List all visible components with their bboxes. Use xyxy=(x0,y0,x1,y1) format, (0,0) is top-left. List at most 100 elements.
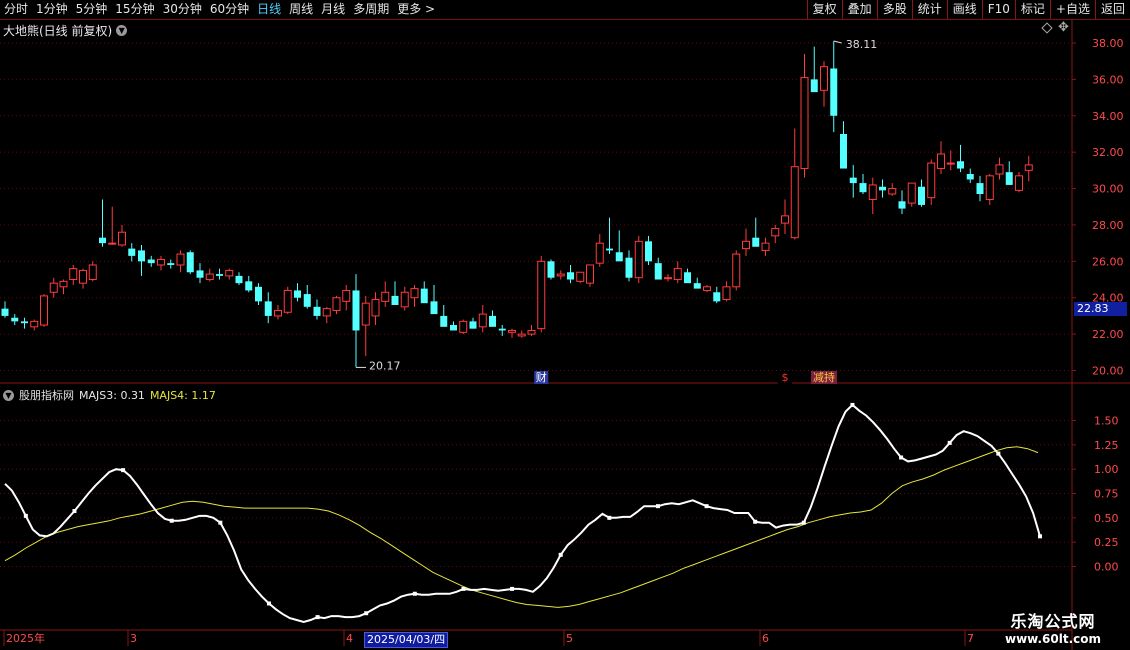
candle-body xyxy=(849,177,857,184)
majs3-point xyxy=(364,611,369,616)
candle-body xyxy=(918,186,925,205)
tool-button[interactable]: 统计 xyxy=(911,0,947,19)
chevron-down-icon[interactable]: ▼ xyxy=(3,389,14,401)
candle-body xyxy=(21,321,28,324)
candle-body xyxy=(927,162,936,199)
indicator-tick-label: 1.50 xyxy=(1094,415,1119,428)
candle-body xyxy=(59,280,68,288)
majs3-point xyxy=(461,586,466,591)
time-axis-label: 3 xyxy=(130,632,137,645)
candle-body xyxy=(976,183,984,195)
candle-body xyxy=(138,250,145,262)
candle-body xyxy=(664,277,672,280)
candle-body xyxy=(517,333,526,337)
time-axis-label: 5 xyxy=(566,632,573,645)
candle-body xyxy=(157,259,165,266)
candle-body xyxy=(108,242,117,245)
tool-button[interactable]: 多股 xyxy=(876,0,912,19)
tool-button[interactable]: F10 xyxy=(981,0,1015,19)
event-marker: 财 xyxy=(536,370,547,384)
candle-body xyxy=(322,308,331,317)
mark-button[interactable]: 标记 xyxy=(1014,0,1050,19)
tool-button[interactable]: +自选 xyxy=(1049,0,1095,19)
candle-body xyxy=(11,317,19,322)
majs3-point xyxy=(655,504,660,509)
candle-body xyxy=(606,248,613,251)
period-tab[interactable]: 分时 xyxy=(0,0,32,19)
candle-body xyxy=(673,268,682,281)
candle-body xyxy=(1015,175,1023,191)
tool-buttons: 复权 叠加 多股 统计 画线 F10 标记 +自选 返回 xyxy=(806,0,1130,19)
time-axis-label: 6 xyxy=(762,632,769,645)
period-tab[interactable]: 60分钟 xyxy=(206,0,253,19)
period-tab[interactable]: 30分钟 xyxy=(159,0,206,19)
candle-body xyxy=(527,329,536,335)
period-tab[interactable]: 多周期 xyxy=(349,0,393,19)
candle-body xyxy=(205,273,214,281)
candle-body xyxy=(937,153,945,170)
price-tick-label: 36.00 xyxy=(1092,73,1124,86)
tool-button[interactable]: 复权 xyxy=(806,0,842,19)
candle-body xyxy=(595,242,604,264)
indicator-tick-label: 1.00 xyxy=(1094,463,1119,476)
price-tick-label: 26.00 xyxy=(1092,255,1124,268)
majs3-point xyxy=(412,591,417,596)
chart-canvas[interactable]: 38.0036.0034.0032.0030.0028.0026.0024.00… xyxy=(0,0,1130,650)
event-marker-bg xyxy=(778,371,792,384)
period-tab[interactable]: 1分钟 xyxy=(32,0,72,19)
tool-button[interactable]: 返回 xyxy=(1094,0,1130,19)
indicator-name[interactable]: 股朋指标网 xyxy=(19,387,74,403)
candle-body xyxy=(868,184,877,200)
diamond-icon[interactable] xyxy=(1041,22,1053,34)
candle-body xyxy=(216,274,223,276)
tool-button[interactable]: 叠加 xyxy=(841,0,877,19)
tool-button[interactable]: 画线 xyxy=(946,0,982,19)
indicator-header: ▼ 股朋指标网 MAJS3: 0.31 MAJS4: 1.17 xyxy=(3,387,216,403)
period-tab[interactable]: 月线 xyxy=(317,0,349,19)
majs3-line xyxy=(4,403,1041,624)
candle-body xyxy=(332,297,341,311)
period-tab[interactable]: 5分钟 xyxy=(72,0,112,19)
majs3-point xyxy=(218,520,223,525)
period-tab[interactable]: 15分钟 xyxy=(111,0,158,19)
candle-body xyxy=(264,301,272,316)
candle-body xyxy=(693,283,701,289)
indicator-tick-label: 0.00 xyxy=(1094,561,1119,574)
candle-body xyxy=(615,252,623,262)
candle-body xyxy=(752,237,760,247)
candle-body xyxy=(167,263,175,265)
candle-body xyxy=(255,286,262,302)
candle-body xyxy=(508,329,516,333)
candle-body xyxy=(840,133,847,169)
price-tick-label: 30.00 xyxy=(1092,183,1124,196)
candle-body xyxy=(957,161,964,169)
candle-body xyxy=(985,175,994,200)
chevron-down-icon[interactable]: ▼ xyxy=(116,25,128,36)
candle-body xyxy=(966,174,974,180)
majs3-point xyxy=(558,552,563,557)
candle-body xyxy=(410,288,419,299)
crosshair-icon[interactable]: ✥ xyxy=(1058,20,1069,35)
candle-body xyxy=(722,286,731,301)
candle-body xyxy=(440,315,448,327)
period-tab[interactable]: 更多 > xyxy=(393,0,439,19)
price-tick-label: 20.00 xyxy=(1092,365,1124,378)
majs3-point xyxy=(23,513,28,518)
indicator-tick-label: 0.25 xyxy=(1094,536,1119,549)
high-pointer xyxy=(833,40,842,44)
period-tab[interactable]: 周线 xyxy=(285,0,317,19)
candle-body xyxy=(147,259,155,264)
main-chart-header: 大地熊(日线 前复权) ▼ xyxy=(3,22,128,39)
period-tab[interactable]: 日线 xyxy=(253,0,285,19)
candle-body xyxy=(225,269,234,277)
candle-body xyxy=(586,264,594,284)
event-marker: 减持 xyxy=(813,370,835,384)
candle-body xyxy=(859,183,867,193)
candle-body xyxy=(634,240,643,279)
candle-body xyxy=(79,269,87,284)
cursor-date-tag: 2025/04/03/四 xyxy=(364,632,449,648)
candle-body xyxy=(771,228,780,237)
candle-body xyxy=(69,268,78,281)
majs3-point xyxy=(607,515,612,520)
candle-body xyxy=(196,270,204,278)
